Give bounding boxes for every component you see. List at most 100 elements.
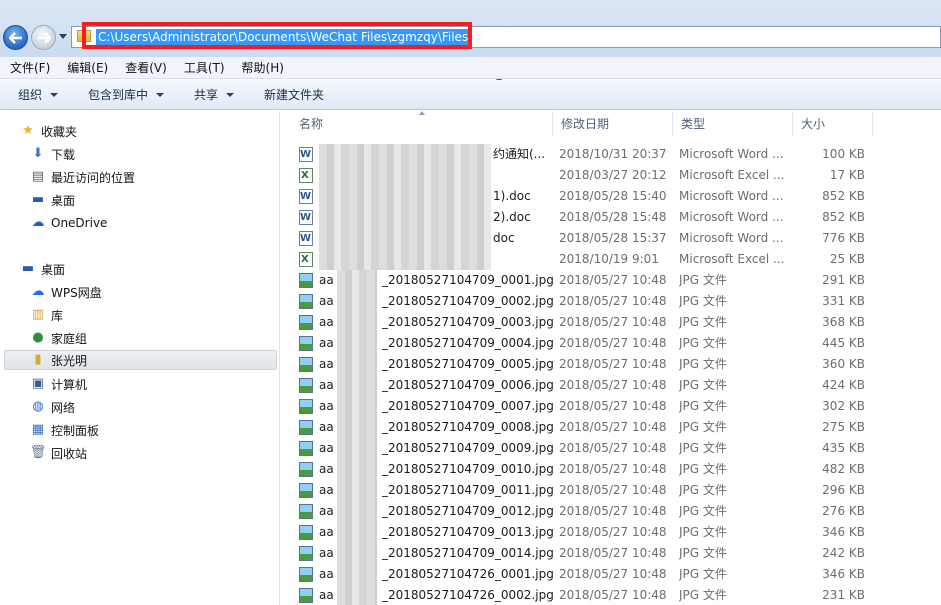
tree-label: 张光明 bbox=[51, 353, 88, 368]
recent-pages-dropdown[interactable] bbox=[59, 34, 67, 39]
redacted-filename-mosaic bbox=[337, 291, 377, 312]
file-name-prefix: aa bbox=[319, 273, 334, 287]
menu-view[interactable]: 查看(V) bbox=[115, 58, 174, 78]
file-name-prefix: aa bbox=[319, 357, 334, 371]
file-date: 2018/03/27 20:12 bbox=[559, 168, 667, 182]
redacted-filename-mosaic bbox=[337, 312, 377, 333]
menu-edit[interactable]: 编辑(E) bbox=[57, 58, 115, 78]
file-row[interactable]: aa _20180527104709_0014.jpg 2018/05/27 10:… bbox=[281, 543, 941, 564]
desktop-icon: ▬ bbox=[31, 192, 45, 207]
organize-label: 组织 bbox=[18, 87, 43, 102]
file-row[interactable]: aa _20180527104726_0002.jpg 2018/05/27 10:… bbox=[281, 585, 941, 605]
tree-downloads[interactable]: ⬇ 下载 bbox=[30, 144, 75, 164]
tree-network[interactable]: ◍ 网络 bbox=[30, 397, 75, 417]
jpg-icon bbox=[299, 483, 313, 498]
tree-homegroup[interactable]: ● 家庭组 bbox=[30, 328, 87, 348]
file-type: JPG 文件 bbox=[679, 525, 727, 539]
file-size: 296 KB bbox=[822, 483, 865, 497]
arrow-left-icon bbox=[8, 31, 22, 44]
wps-cloud-icon: ☁ bbox=[31, 284, 45, 299]
file-name-prefix: aa bbox=[319, 399, 334, 413]
file-row[interactable]: aa _20180527104709_0013.jpg 2018/05/27 10:… bbox=[281, 522, 941, 543]
jpg-icon bbox=[299, 357, 313, 372]
column-header-type[interactable]: 类型 bbox=[673, 111, 793, 137]
excel-icon bbox=[299, 252, 313, 267]
file-row[interactable]: aa _20180527104726_0001.jpg 2018/05/27 10:… bbox=[281, 564, 941, 585]
file-size: 231 KB bbox=[822, 588, 865, 602]
tree-recycle-bin[interactable]: 🗑 回收站 bbox=[30, 443, 87, 463]
file-row[interactable]: aa _20180527104709_0006.jpg 2018/05/27 10:… bbox=[281, 375, 941, 396]
new-folder-button[interactable]: 新建文件夹 bbox=[246, 81, 336, 109]
jpg-icon bbox=[299, 546, 313, 561]
tree-label: 网络 bbox=[51, 400, 76, 415]
tree-label: 桌面 bbox=[51, 193, 76, 208]
file-row[interactable]: 2).doc2018/05/28 15:48Microsoft Word ...… bbox=[281, 207, 941, 228]
file-row[interactable]: aa _20180527104709_0003.jpg 2018/05/27 10:… bbox=[281, 312, 941, 333]
file-row[interactable]: doc2018/05/28 15:37Microsoft Word ...776… bbox=[281, 228, 941, 249]
file-row[interactable]: aa _20180527104709_0010.jpg 2018/05/27 10:… bbox=[281, 459, 941, 480]
file-row[interactable]: aa _20180527104709_0002.jpg 2018/05/27 10:… bbox=[281, 291, 941, 312]
new-folder-label: 新建文件夹 bbox=[264, 87, 325, 102]
tree-recent-places[interactable]: ▤ 最近访问的位置 bbox=[30, 167, 135, 187]
redacted-filename-mosaic bbox=[337, 564, 377, 585]
tree-desktop-favorite[interactable]: ▬ 桌面 bbox=[30, 190, 75, 210]
file-type: JPG 文件 bbox=[679, 483, 727, 497]
download-folder-icon: ⬇ bbox=[32, 146, 44, 161]
jpg-icon bbox=[299, 315, 313, 330]
file-type: JPG 文件 bbox=[679, 546, 727, 560]
file-row[interactable]: aa _20180527104709_0009.jpg 2018/05/27 10:… bbox=[281, 438, 941, 459]
file-row[interactable]: aa _20180527104709_0001.jpg 2018/05/27 10:… bbox=[281, 270, 941, 291]
excel-icon bbox=[299, 168, 313, 183]
tree-control-panel[interactable]: ▦ 控制面板 bbox=[30, 420, 99, 440]
back-button[interactable] bbox=[3, 25, 28, 50]
forward-button[interactable] bbox=[31, 25, 56, 50]
tree-libraries[interactable]: ▥ 库 bbox=[30, 305, 63, 325]
column-header-size[interactable]: 大小 bbox=[793, 111, 873, 137]
word-icon bbox=[299, 210, 313, 225]
menu-file[interactable]: 文件(F) bbox=[0, 58, 57, 78]
tree-favorites[interactable]: ★ 收藏夹 bbox=[20, 121, 77, 141]
column-header-date[interactable]: 修改日期 bbox=[553, 111, 673, 137]
menu-tools[interactable]: 工具(T) bbox=[174, 58, 232, 78]
desktop-icon: ▬ bbox=[21, 261, 35, 276]
share-button[interactable]: 共享 bbox=[176, 81, 246, 109]
tree-desktop[interactable]: ▬ 桌面 bbox=[20, 259, 65, 279]
file-type: JPG 文件 bbox=[679, 567, 727, 581]
arrow-right-icon bbox=[37, 31, 51, 44]
user-folder-icon: ▮ bbox=[34, 352, 42, 367]
file-row[interactable]: 2018/03/27 20:12 Microsoft Excel ... 17 KB bbox=[281, 165, 941, 186]
file-row[interactable]: aa _20180527104709_0007.jpg 2018/05/27 10:… bbox=[281, 396, 941, 417]
menu-help[interactable]: 帮助(H) bbox=[232, 58, 291, 78]
annotation-highlight-box bbox=[82, 22, 472, 49]
tree-user-folder[interactable]: ▮ 张光明 bbox=[4, 350, 277, 370]
file-row[interactable]: aa _20180527104709_0008.jpg 2018/05/27 10:… bbox=[281, 417, 941, 438]
tree-computer[interactable]: ▣ 计算机 bbox=[30, 374, 87, 394]
file-row[interactable]: aa _20180527104709_0012.jpg 2018/05/27 10:… bbox=[281, 501, 941, 522]
include-in-library-button[interactable]: 包含到库中 bbox=[70, 81, 176, 109]
file-row[interactable]: aa _20180527104709_0005.jpg 2018/05/27 10:… bbox=[281, 354, 941, 375]
file-size: 331 KB bbox=[822, 294, 865, 308]
network-icon: ◍ bbox=[32, 399, 44, 414]
file-size: 275 KB bbox=[822, 420, 865, 434]
jpg-icon bbox=[299, 378, 313, 393]
file-date: 2018/05/27 10:48 bbox=[559, 525, 667, 539]
file-type: JPG 文件 bbox=[679, 588, 727, 602]
file-row[interactable]: 1).doc2018/05/28 15:40Microsoft Word ...… bbox=[281, 186, 941, 207]
file-size: 17 KB bbox=[829, 168, 865, 182]
jpg-icon bbox=[299, 525, 313, 540]
redacted-filename-mosaic bbox=[319, 249, 491, 270]
chevron-down-icon bbox=[50, 92, 59, 97]
organize-button[interactable]: 组织 bbox=[0, 81, 70, 109]
redacted-filename-mosaic bbox=[319, 207, 491, 228]
jpg-icon bbox=[299, 441, 313, 456]
file-size: 346 KB bbox=[822, 525, 865, 539]
library-icon: ▥ bbox=[31, 307, 45, 322]
file-row[interactable]: 2018/10/19 9:01 Microsoft Excel ... 25 KB bbox=[281, 249, 941, 270]
file-row[interactable]: 约通知(...2018/10/31 20:37Microsoft Word ..… bbox=[281, 144, 941, 165]
file-row[interactable]: aa _20180527104709_0004.jpg 2018/05/27 10:… bbox=[281, 333, 941, 354]
file-type: Microsoft Word ... bbox=[679, 210, 784, 224]
file-row[interactable]: aa _20180527104709_0011.jpg 2018/05/27 10:… bbox=[281, 480, 941, 501]
file-type: JPG 文件 bbox=[679, 294, 727, 308]
tree-wps-drive[interactable]: ☁ WPS网盘 bbox=[30, 282, 102, 302]
tree-onedrive[interactable]: ☁ OneDrive bbox=[30, 213, 108, 233]
